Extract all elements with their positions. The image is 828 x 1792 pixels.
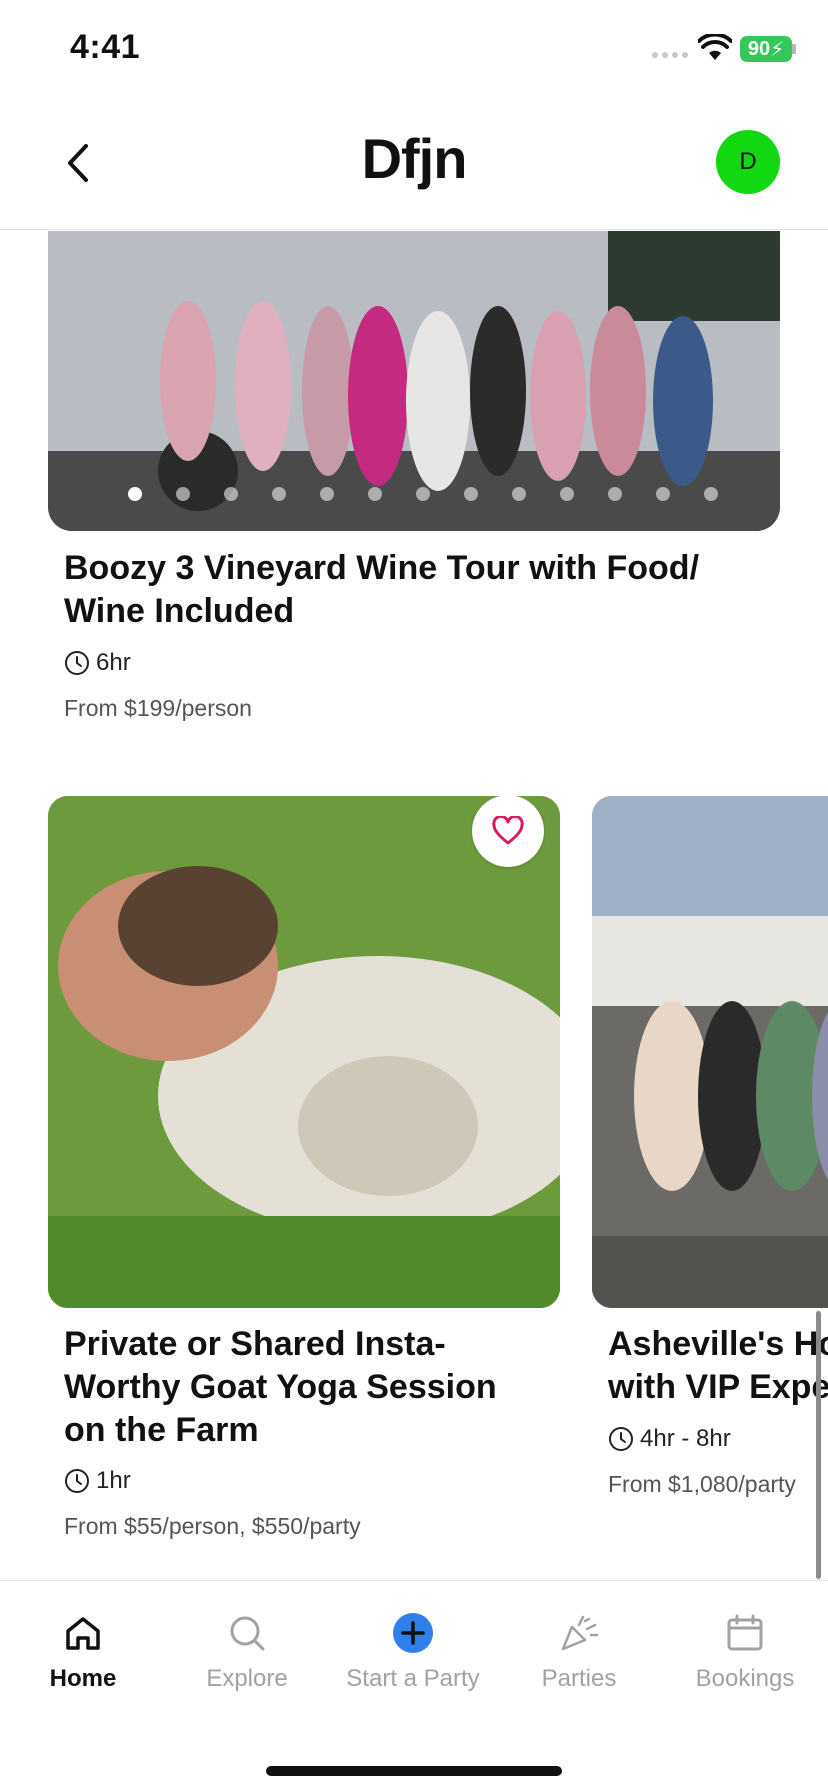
duration: 6hr [96,649,131,676]
avatar[interactable]: D [716,130,780,194]
party-popper-icon [561,1615,599,1651]
goat-yoga-image[interactable] [48,796,560,1308]
tab-bar: Home Explore Start a Party Parties Booki… [0,1580,828,1792]
status-time: 4:41 [70,28,141,66]
price: From $55/person, $550/party [64,1513,361,1539]
heart-icon [492,816,524,845]
header: Dfjn D [0,100,828,230]
tab-label: Home [49,1665,117,1692]
duration: 1hr [96,1467,131,1494]
clock-icon [609,1427,633,1451]
duration: 4hr - 8hr [640,1425,731,1452]
tab-explore[interactable]: Explore [164,1611,330,1693]
tab-label: Bookings [695,1665,795,1692]
carousel-dots[interactable] [128,487,718,501]
favorite-button[interactable] [472,795,544,867]
wine-tour-image[interactable] [48,231,780,531]
card-title-wine-tour[interactable]: Boozy 3 Vineyard Wine Tour with Food/ Wi… [64,547,764,633]
asheville-tour-image[interactable] [592,796,828,1308]
duration-row: 1hr [64,1467,131,1495]
scrollbar[interactable] [816,1311,821,1579]
duration-row: 6hr [64,649,131,677]
wifi-icon [698,34,732,60]
price: From $1,080/party [608,1471,796,1497]
experience-feed[interactable]: Boozy 3 Vineyard Wine Tour with Food/ Wi… [0,231,828,1580]
battery-level: 90 [747,37,771,60]
plus-circle-icon [393,1613,433,1653]
card-title-asheville[interactable]: Asheville's Ho with VIP Expe [608,1323,828,1409]
page-title: Dfjn [361,127,468,190]
home-icon [66,1617,100,1650]
tab-label: Parties [541,1665,617,1692]
card-title-goat-yoga[interactable]: Private or Shared Insta- Worthy Goat Yog… [64,1323,544,1452]
tab-parties[interactable]: Parties [496,1611,662,1693]
goat-photo [48,796,560,1308]
group-photo [48,231,780,531]
clock-icon [65,1469,89,1493]
tab-label: Explore [206,1665,288,1692]
tab-label: Start a Party [346,1665,480,1692]
avatar-initial: D [739,148,757,175]
tab-start-a-party[interactable]: Start a Party [330,1611,496,1693]
cellular-signal-icon [652,52,688,58]
status-bar: 4:41 90 ⚡ [0,0,828,100]
clock-icon [65,651,89,675]
search-icon [230,1616,265,1651]
duration-row: 4hr - 8hr [608,1425,731,1453]
price: From $199/person [64,695,252,721]
home-indicator[interactable] [266,1766,562,1776]
party-photo [592,796,828,1308]
battery-icon: 90 ⚡ [740,36,792,62]
tab-bookings[interactable]: Bookings [662,1611,828,1693]
tab-home[interactable]: Home [0,1611,166,1693]
calendar-icon [727,1614,763,1651]
